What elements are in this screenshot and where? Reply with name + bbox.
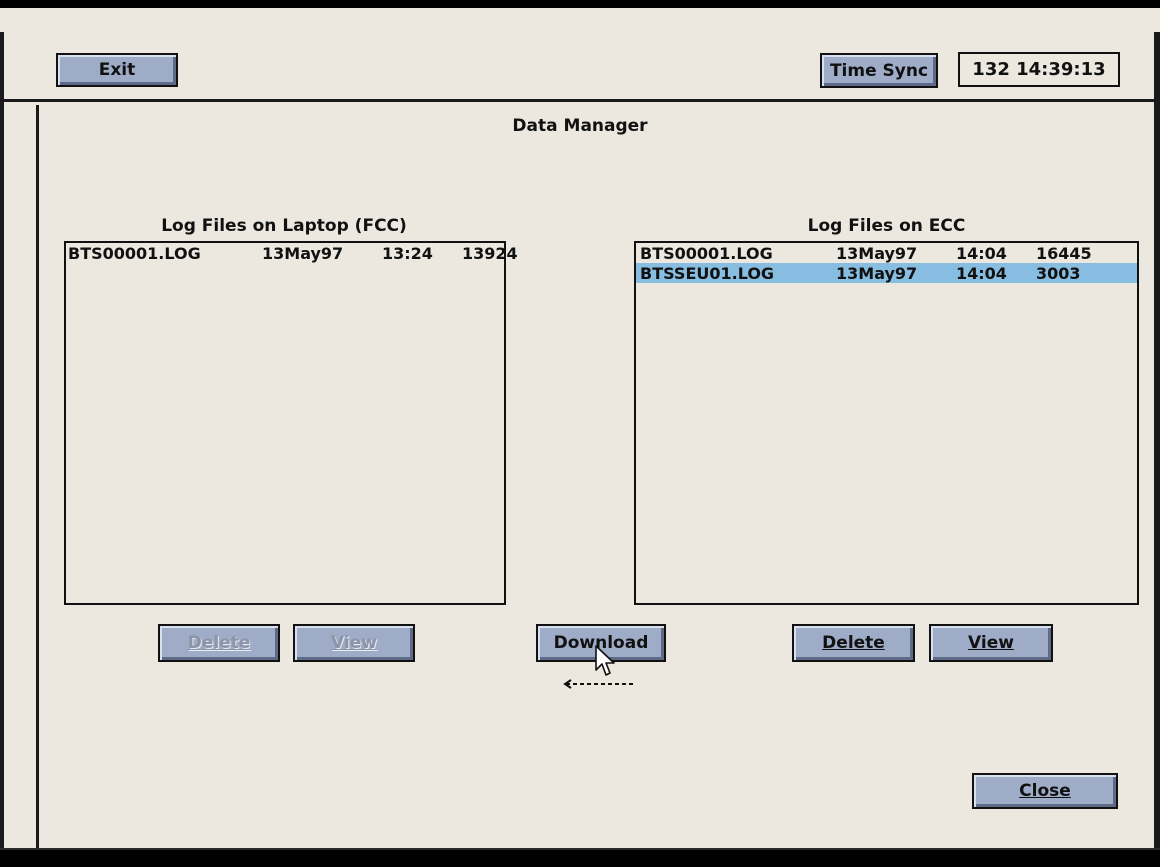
left-dashed-arrow-icon bbox=[563, 679, 636, 689]
right-edge bbox=[1154, 32, 1160, 856]
arrow-pointer-cursor-icon bbox=[595, 645, 615, 676]
list-item-selected[interactable]: BTSSEU01.LOG 13May97 14:04 3003 bbox=[636, 263, 1137, 283]
page-title: Data Manager bbox=[512, 116, 648, 136]
ecc-delete-label: Delete bbox=[822, 633, 885, 653]
left-edge bbox=[0, 32, 4, 856]
file-date: 13May97 bbox=[836, 264, 918, 283]
file-name: BTSSEU01.LOG bbox=[640, 264, 775, 283]
ecc-delete-button[interactable]: Delete bbox=[792, 624, 915, 662]
list-item[interactable]: BTS00001.LOG 13May97 14:04 16445 bbox=[636, 243, 1137, 263]
time-sync-button[interactable]: Time Sync bbox=[820, 53, 938, 88]
file-size: 16445 bbox=[1036, 244, 1092, 263]
list-item[interactable]: BTS00001.LOG 13May97 13:24 13924 bbox=[66, 243, 518, 263]
laptop-view-button[interactable]: View bbox=[293, 624, 415, 662]
file-size: 13924 bbox=[462, 244, 518, 263]
file-time: 13:24 bbox=[382, 244, 433, 263]
exit-button[interactable]: Exit bbox=[56, 53, 178, 87]
ecc-files-label: Log Files on ECC bbox=[807, 216, 966, 236]
ecc-view-label: View bbox=[968, 633, 1014, 653]
ecc-view-button[interactable]: View bbox=[929, 624, 1053, 662]
laptop-view-label: View bbox=[331, 633, 377, 653]
file-size: 3003 bbox=[1036, 264, 1081, 283]
laptop-delete-button[interactable]: Delete bbox=[158, 624, 280, 662]
clock-display: 132 14:39:13 bbox=[958, 52, 1120, 87]
file-date: 13May97 bbox=[262, 244, 344, 263]
laptop-file-list[interactable]: BTS00001.LOG 13May97 13:24 13924 bbox=[64, 241, 518, 605]
file-date: 13May97 bbox=[836, 244, 918, 263]
laptop-files-label: Log Files on Laptop (FCC) bbox=[161, 216, 407, 236]
close-button[interactable]: Close bbox=[972, 773, 1118, 809]
close-label: Close bbox=[1019, 781, 1071, 801]
laptop-delete-label: Delete bbox=[187, 633, 251, 653]
file-time: 14:04 bbox=[956, 264, 1007, 283]
file-name: BTS00001.LOG bbox=[68, 244, 201, 263]
ecc-file-list[interactable]: BTS00001.LOG 13May97 14:04 16445 BTSSEU0… bbox=[634, 241, 1139, 605]
file-time: 14:04 bbox=[956, 244, 1007, 263]
file-name: BTS00001.LOG bbox=[640, 244, 773, 263]
bottom-bar bbox=[0, 848, 1160, 867]
